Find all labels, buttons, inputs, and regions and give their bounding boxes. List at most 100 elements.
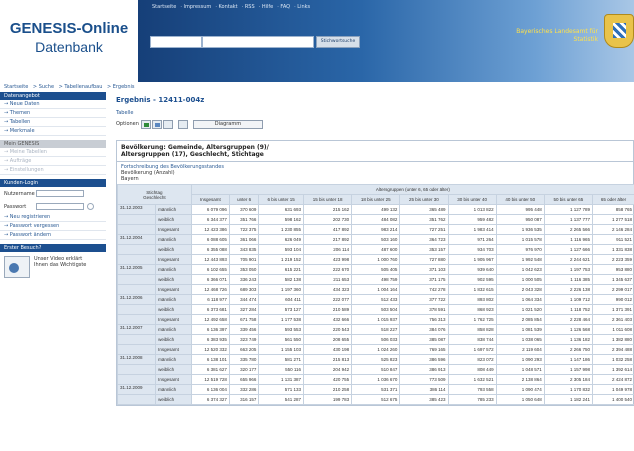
column-header-row: Insgesamt unter 66 bis unter 15 15 bis unt…	[118, 194, 634, 205]
table-cell: 365 489	[399, 204, 449, 215]
top-link[interactable]: Startseite	[152, 4, 176, 10]
table-cell: 550 116	[258, 364, 305, 375]
excel-export-icon[interactable]	[140, 119, 151, 129]
table-cell: 510 847	[351, 364, 401, 375]
table-cell: 1 118 752	[543, 304, 593, 315]
html-export-icon[interactable]	[162, 119, 173, 129]
table-cell: 990 012	[591, 294, 634, 305]
table-cell: 484 082	[351, 214, 401, 225]
search-input[interactable]	[202, 36, 314, 48]
top-link[interactable]: RSS	[245, 4, 255, 10]
search-scope-select[interactable]	[150, 36, 202, 48]
table-cell: 793 558	[447, 384, 497, 395]
settings-icon[interactable]	[177, 119, 188, 129]
table-cell: 742 278	[399, 284, 449, 295]
table-cell: 671 758	[228, 314, 260, 325]
sidebar-item-tabellen[interactable]: → Tabellen	[0, 118, 106, 127]
table-cell: 838 744	[447, 334, 497, 345]
breadcrumb-item[interactable]: > Tabellenaufbau	[59, 84, 103, 90]
table-cell: 1 000 760	[351, 254, 401, 265]
table-cell: 1 024 260	[351, 344, 401, 355]
column-header: 65 oder älter	[591, 194, 634, 205]
column-header: 30 bis unter 40	[447, 194, 497, 205]
breadcrumb-item[interactable]: Startseite	[4, 84, 28, 90]
column-header: 50 bis unter 65	[543, 194, 593, 205]
table-cell: 6 102 655	[190, 264, 230, 275]
table-cell: 858 828	[447, 324, 497, 335]
table-cell: 215 162	[303, 204, 353, 215]
top-link[interactable]: FAQ	[280, 4, 290, 10]
sidebar-item-auftraege: → Aufträge	[0, 157, 106, 166]
table-cell: 384 076	[399, 324, 449, 335]
csv-export-icon[interactable]	[151, 119, 162, 129]
table-cell: 6 373 681	[190, 304, 230, 315]
intro-video[interactable]: Unser Video erklärt Ihnen das Wichtigste	[0, 252, 106, 282]
table-cell: 1 131 387	[258, 374, 305, 385]
sidebar-item-registrieren[interactable]: → Neu registrieren	[0, 213, 106, 222]
row-sex: männlich	[155, 294, 192, 305]
table-cell: 332 286	[228, 384, 260, 395]
top-link[interactable]: Impressum	[184, 4, 212, 10]
table-cell: 1 127 789	[543, 204, 593, 215]
table-cell: 1 197 360	[258, 284, 305, 295]
row-date	[116, 284, 157, 295]
table-cell: 1 090 474	[495, 384, 545, 395]
row-date: 31.12.2008	[116, 354, 157, 365]
table-cell: 210 589	[303, 304, 353, 315]
table-cell: 1 116 965	[543, 234, 593, 245]
username-label: Nutzername	[4, 190, 35, 197]
video-thumbnail-icon[interactable]	[4, 256, 30, 278]
table-cell: 1 064 334	[495, 294, 545, 305]
landesamt-logo[interactable]: Bayerisches Landesamt für Statistik	[478, 28, 598, 44]
table-cell: 503 160	[351, 234, 401, 245]
table-cell: 934 703	[447, 244, 497, 255]
username-input[interactable]	[36, 190, 84, 197]
table-cell: 2 305 184	[543, 374, 593, 385]
table-cell: 512 675	[351, 394, 401, 405]
table-row: 31.12.2007 männlich 6 136 397 339 456 593 55…	[116, 324, 634, 335]
sidebar-item-passwort-vergessen[interactable]: → Passwort vergessen	[0, 222, 106, 231]
table-cell: 868 923	[447, 304, 497, 315]
table-cell: 6 136 397	[190, 324, 230, 335]
sidebar-item-merkmale[interactable]: → Merkmale	[0, 127, 106, 136]
table-cell: 320 177	[228, 364, 260, 375]
breadcrumb-item[interactable]: > Suche	[33, 84, 54, 90]
table-cell: 202 730	[303, 214, 353, 225]
table-row: weiblich 6 381 627 320 177 550 116 204 942 51…	[116, 364, 634, 375]
sidebar-item-passwort-aendern[interactable]: → Passwort ändern	[0, 231, 106, 240]
password-input[interactable]	[36, 203, 84, 210]
table-cell: 976 970	[495, 244, 545, 255]
login-go-icon[interactable]	[87, 203, 94, 210]
top-link[interactable]: Kontakt	[219, 4, 238, 10]
table-cell: 343 835	[228, 244, 260, 255]
table-cell: 2 265 566	[543, 224, 593, 235]
top-link[interactable]: Links	[297, 4, 310, 10]
table-cell: 215 813	[303, 354, 353, 365]
row-date	[116, 344, 157, 355]
diagram-button[interactable]: Diagramm	[192, 119, 263, 129]
table-body: 31.12.2003 männlich 6 079 096 370 609 631 69…	[116, 204, 634, 405]
table-cell: 1 697 572	[447, 344, 497, 355]
table-cell: 953 880	[591, 264, 634, 275]
row-sex: weiblich	[155, 244, 192, 255]
genesis-logo[interactable]: GENESIS-Online Datenbank	[0, 0, 138, 82]
top-link[interactable]: Hilfe	[262, 4, 273, 10]
search-button[interactable]: Stichwortsuche	[316, 36, 360, 48]
row-sex: weiblich	[155, 364, 192, 375]
table-cell: 1 081 539	[495, 324, 545, 335]
table-cell: 2 043 328	[495, 284, 545, 295]
table-cell: 689 303	[228, 284, 260, 295]
table-row: 31.12.2008 männlich 6 138 101 335 780 581 27…	[116, 354, 634, 365]
table-cell: 2 119 604	[495, 344, 545, 355]
row-date: 31.12.2006	[116, 294, 157, 305]
sidebar-item-neue-daten[interactable]: → Neue Daten	[0, 100, 106, 109]
username-row: Nutzername	[0, 187, 106, 200]
table-cell: 6 381 627	[190, 364, 230, 375]
table-cell: 6 383 935	[190, 334, 230, 345]
table-cell: 756 313	[399, 314, 449, 325]
table-cell: 1 021 520	[495, 304, 545, 315]
row-date	[116, 334, 157, 345]
table-cell: 420 755	[303, 374, 353, 385]
password-row: Passwort	[0, 200, 106, 213]
sidebar-item-themen[interactable]: → Themen	[0, 109, 106, 118]
